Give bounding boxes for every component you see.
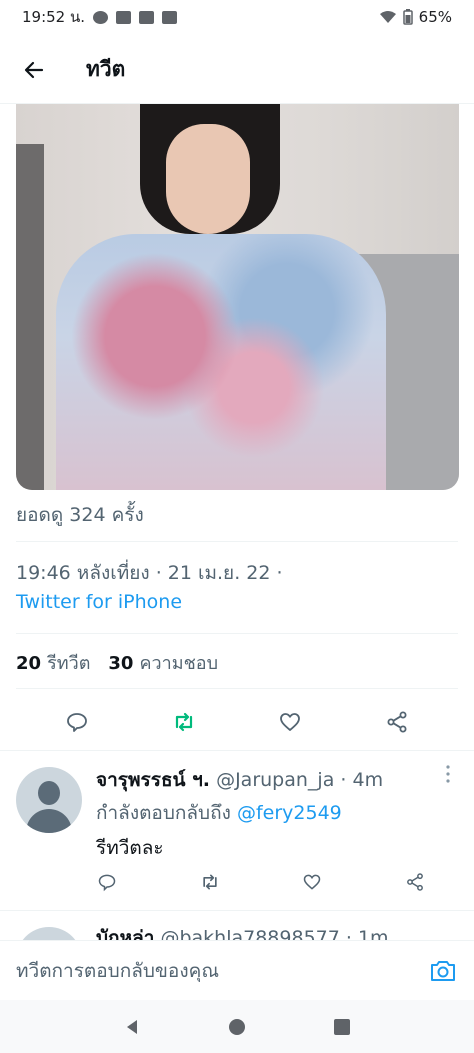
reply-item[interactable]: บักหล่า @bakhla78898577 · 1m xyxy=(0,910,474,940)
more-button[interactable] xyxy=(446,765,454,783)
share-icon xyxy=(387,711,407,733)
like-icon xyxy=(304,874,321,890)
reply-compose-bar[interactable]: ทวีตการตอบกลับของคุณ xyxy=(0,940,474,1000)
reply-time: · 4m xyxy=(340,769,384,791)
reply-header: จารุพรรธน์ ฯ. @Jarupan_ja · 4m xyxy=(96,765,383,795)
likes-stat[interactable]: 30 ความชอบ xyxy=(108,648,218,677)
reply-icon xyxy=(67,713,88,732)
retweets-label: รีทวีต xyxy=(47,653,91,674)
replying-to-handle[interactable]: @fery2549 xyxy=(237,802,342,824)
divider xyxy=(16,633,458,634)
reply-retweet-button[interactable] xyxy=(199,871,221,893)
replying-to: กำลังตอบกลับถึง @fery2549 xyxy=(96,798,342,828)
avatar-head xyxy=(38,781,60,805)
mail-icon-2 xyxy=(162,10,178,24)
reply-actions xyxy=(96,871,426,893)
avatar[interactable] xyxy=(16,927,82,940)
view-count: ยอดดู 324 ครั้ง xyxy=(16,504,144,526)
battery-percent: 65% xyxy=(418,8,452,26)
battery-icon xyxy=(402,9,413,25)
nav-home-icon[interactable] xyxy=(228,1018,246,1036)
tweet-stats: 20 รีทวีต 30 ความชอบ xyxy=(16,648,458,677)
mail-icon xyxy=(116,10,132,24)
reply-author-handle[interactable]: @bakhla78898577 xyxy=(160,927,339,940)
reply-author-name[interactable]: บักหล่า xyxy=(96,927,154,940)
nav-back-icon[interactable] xyxy=(123,1018,141,1036)
tweet-timestamp: 19:46 หลังเที่ยง · 21 เม.ย. 22 · xyxy=(16,562,283,584)
system-nav-bar xyxy=(0,1000,474,1053)
media-door xyxy=(16,144,44,490)
messenger-icon xyxy=(93,10,109,24)
notification-icon xyxy=(139,10,155,24)
reply-icon xyxy=(98,874,116,892)
divider xyxy=(16,688,458,689)
more-icon xyxy=(446,765,450,783)
retweet-button[interactable] xyxy=(168,706,200,738)
reply-header: บักหล่า @bakhla78898577 · 1m xyxy=(96,923,389,940)
media-shirt xyxy=(56,234,386,490)
replying-to-label: กำลังตอบกลับถึง xyxy=(96,802,231,824)
reply-share-button[interactable] xyxy=(404,871,426,893)
retweet-icon xyxy=(175,712,192,732)
media-face xyxy=(166,124,250,234)
likes-label: ความชอบ xyxy=(139,653,219,674)
camera-icon xyxy=(431,960,455,981)
share-icon xyxy=(407,873,423,891)
reply-time: · 1m xyxy=(345,927,389,940)
reply-author-name[interactable]: จารุพรรธน์ ฯ. xyxy=(96,769,210,791)
tweet-source-link[interactable]: Twitter for iPhone xyxy=(16,591,458,613)
like-icon xyxy=(280,713,301,731)
reply-input[interactable]: ทวีตการตอบกลับของคุณ xyxy=(16,956,219,986)
retweets-stat[interactable]: 20 รีทวีต xyxy=(16,648,90,677)
reply-item[interactable]: จารุพรรธน์ ฯ. @Jarupan_ja · 4m กำลังตอบก… xyxy=(0,750,474,910)
back-arrow-icon xyxy=(24,61,44,78)
page-title: ทวีต xyxy=(86,57,126,81)
wifi-icon xyxy=(379,11,396,23)
avatar-body xyxy=(26,809,72,833)
reply-text: รีทวีตละ xyxy=(96,837,164,859)
divider xyxy=(16,541,458,542)
nav-recents-icon[interactable] xyxy=(333,1018,351,1036)
reply-author-handle[interactable]: @Jarupan_ja xyxy=(216,769,334,791)
reply-like-button[interactable] xyxy=(301,871,323,893)
back-button[interactable] xyxy=(18,54,50,86)
retweet-icon xyxy=(202,874,217,890)
retweets-count: 20 xyxy=(16,653,42,674)
reply-button[interactable] xyxy=(61,706,93,738)
top-bar: ทวีต xyxy=(0,36,474,104)
tweet-actions xyxy=(0,698,474,746)
tweet-media[interactable] xyxy=(16,104,459,490)
reply-reply-button[interactable] xyxy=(96,871,118,893)
camera-button[interactable] xyxy=(428,956,458,986)
status-time: 19:52 น. xyxy=(22,8,86,26)
likes-count: 30 xyxy=(108,653,134,674)
share-button[interactable] xyxy=(381,706,413,738)
avatar[interactable] xyxy=(16,767,82,833)
like-button[interactable] xyxy=(274,706,306,738)
status-bar: 19:52 น. 65% xyxy=(0,0,474,34)
